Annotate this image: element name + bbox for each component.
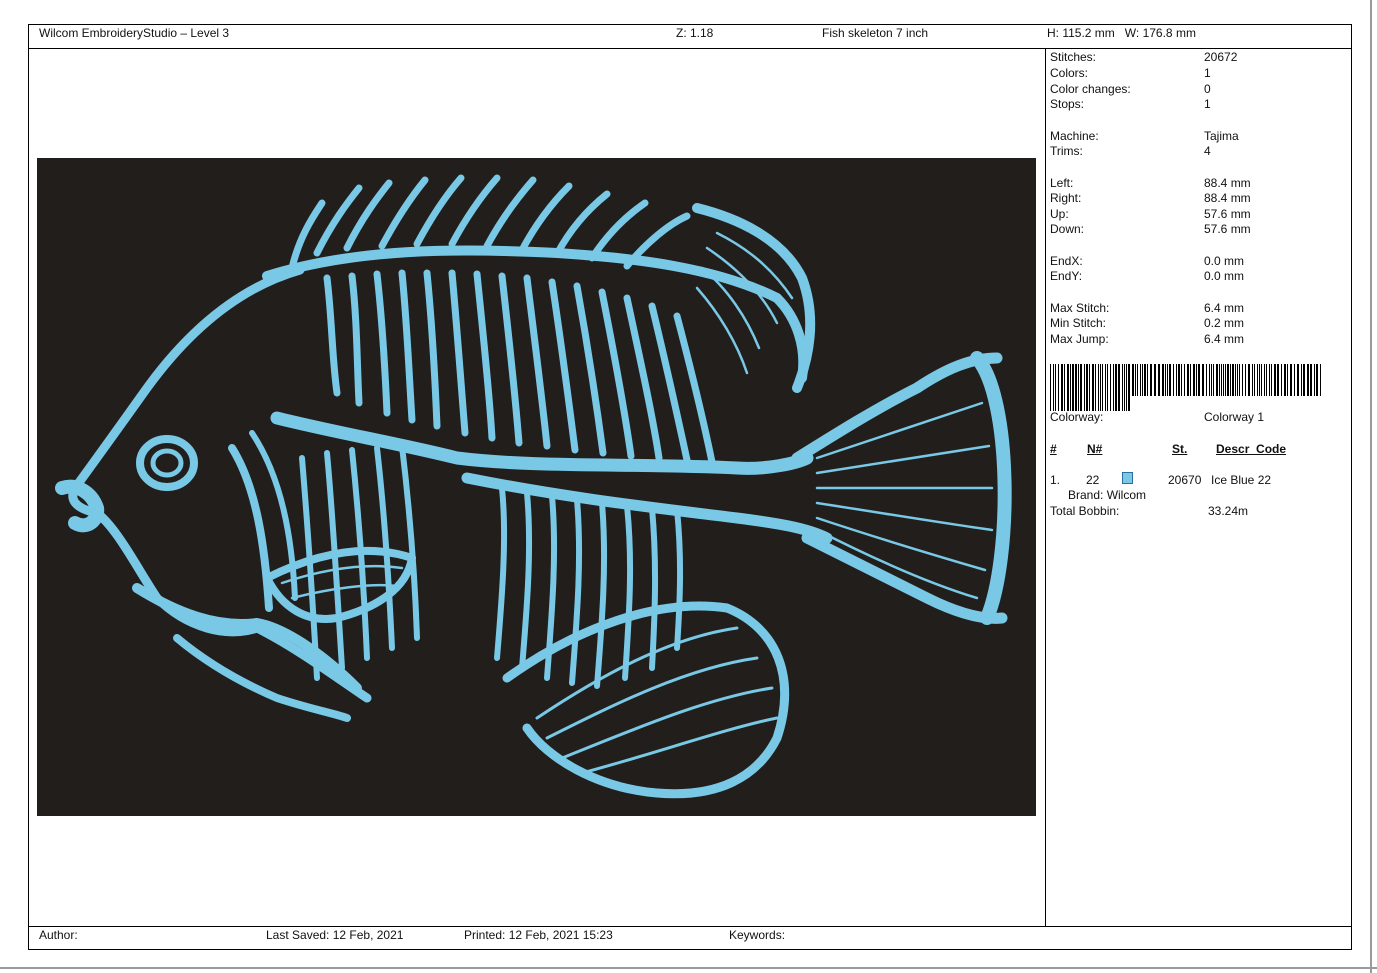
stat-value: 0.0 mm <box>1204 269 1245 283</box>
stat-value: 0 <box>1204 82 1211 96</box>
printed-date: Printed: 12 Feb, 2021 15:23 <box>464 928 613 942</box>
stat-value: 88.4 mm <box>1204 191 1251 205</box>
design-dimensions: H: 115.2 mm W: 176.8 mm <box>1047 26 1196 40</box>
stat-label: Trims: <box>1050 144 1083 158</box>
design-name: Fish skeleton 7 inch <box>822 26 929 40</box>
total-bobbin-label: Total Bobbin: <box>1050 504 1120 518</box>
keywords-field: Keywords: <box>729 928 786 942</box>
last-saved: Last Saved: 12 Feb, 2021 <box>266 928 404 942</box>
stat-label: Stops: <box>1050 97 1085 111</box>
design-preview <box>37 158 1036 816</box>
color-row-description: Ice Blue 22 <box>1211 473 1272 487</box>
stat-value: 6.4 mm <box>1204 301 1245 315</box>
stat-value: 0.0 mm <box>1204 254 1245 268</box>
stat-label: Min Stitch: <box>1050 316 1107 330</box>
header-divider <box>28 48 1352 49</box>
column-header-stitches: St. <box>1172 442 1188 456</box>
author-field: Author: <box>39 928 78 942</box>
stat-value: 57.6 mm <box>1204 222 1251 236</box>
stat-value: 4 <box>1204 144 1211 158</box>
stat-value: 1 <box>1204 97 1211 111</box>
stat-value: 6.4 mm <box>1204 332 1245 346</box>
page-edge-right <box>1370 0 1372 973</box>
stat-value: 0.2 mm <box>1204 316 1245 330</box>
stat-label: Right: <box>1050 191 1082 205</box>
info-panel-divider <box>1045 48 1046 926</box>
total-bobbin-value: 33.24m <box>1208 504 1249 518</box>
app-title: Wilcom EmbroideryStudio – Level 3 <box>39 26 230 40</box>
stat-value: 1 <box>1204 66 1211 80</box>
page-edge-bottom <box>0 967 1377 969</box>
column-header-number: N# <box>1087 442 1103 456</box>
stat-label: Machine: <box>1050 129 1099 143</box>
stat-label: Down: <box>1050 222 1085 236</box>
fish-skeleton-icon <box>55 174 1012 799</box>
footer-divider <box>28 926 1352 927</box>
stat-value: 57.6 mm <box>1204 207 1251 221</box>
stat-label: Max Jump: <box>1050 332 1109 346</box>
color-row-brand: Brand: Wilcom <box>1068 488 1147 502</box>
barcode-icon <box>1050 364 1321 411</box>
stat-label: Color changes: <box>1050 82 1131 96</box>
colorway-value: Colorway 1 <box>1204 410 1265 424</box>
stat-label: Colors: <box>1050 66 1089 80</box>
stat-label: EndY: <box>1050 269 1083 283</box>
column-header-index: # <box>1050 442 1057 456</box>
zoom-level: Z: 1.18 <box>676 26 714 40</box>
stat-label: Stitches: <box>1050 50 1097 64</box>
stat-label: EndX: <box>1050 254 1083 268</box>
stat-value: Tajima <box>1204 129 1239 143</box>
stat-label: Max Stitch: <box>1050 301 1110 315</box>
stat-label: Up: <box>1050 207 1069 221</box>
colorway-label: Colorway: <box>1050 410 1104 424</box>
color-row-number: 22 <box>1086 473 1100 487</box>
stat-value: 20672 <box>1204 50 1238 64</box>
stat-value: 88.4 mm <box>1204 176 1251 190</box>
color-row-index: 1. <box>1050 473 1061 487</box>
color-row-stitches: 20670 <box>1168 473 1202 487</box>
column-header-description: Descr_Code <box>1216 442 1287 456</box>
thread-color-swatch <box>1122 472 1133 484</box>
stat-label: Left: <box>1050 176 1074 190</box>
